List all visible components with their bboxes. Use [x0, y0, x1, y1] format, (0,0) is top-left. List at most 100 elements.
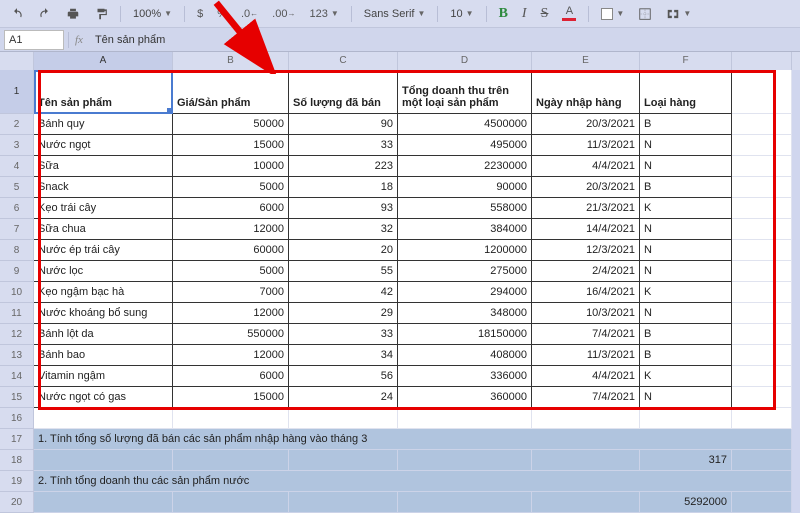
cell-type[interactable]: B: [640, 324, 732, 345]
cell-type[interactable]: K: [640, 282, 732, 303]
formula-input[interactable]: Tên sản phẩm: [89, 34, 800, 46]
cell-revenue[interactable]: 495000: [398, 135, 532, 156]
cell-revenue[interactable]: 558000: [398, 198, 532, 219]
cell-revenue[interactable]: 294000: [398, 282, 532, 303]
cell-type[interactable]: K: [640, 198, 732, 219]
print-icon[interactable]: [62, 4, 84, 24]
cell-date[interactable]: 11/3/2021: [532, 345, 640, 366]
row-number[interactable]: 12: [0, 324, 34, 345]
row-number[interactable]: 7: [0, 219, 34, 240]
merge-cells-button[interactable]: ▼: [662, 4, 695, 24]
bold-button[interactable]: B: [495, 4, 512, 24]
column-headers[interactable]: A B C D E F: [0, 52, 800, 70]
select-all-corner[interactable]: [0, 52, 34, 70]
percent-format-button[interactable]: %: [213, 4, 231, 24]
row-number[interactable]: 10: [0, 282, 34, 303]
zoom-select[interactable]: 100%▼: [129, 4, 176, 24]
cell-product[interactable]: Vitamin ngậm: [34, 366, 173, 387]
row-number[interactable]: 1: [0, 70, 34, 114]
cell-product[interactable]: Nước ép trái cây: [34, 240, 173, 261]
cell-qty[interactable]: 18: [289, 177, 398, 198]
cell-type[interactable]: N: [640, 156, 732, 177]
cell-price[interactable]: 6000: [173, 366, 289, 387]
cell-price[interactable]: 6000: [173, 198, 289, 219]
cell-price[interactable]: 50000: [173, 114, 289, 135]
cell-price[interactable]: 550000: [173, 324, 289, 345]
cell-product[interactable]: Kẹo trái cây: [34, 198, 173, 219]
cell-revenue[interactable]: 336000: [398, 366, 532, 387]
text-color-button[interactable]: A: [558, 4, 580, 24]
row-number[interactable]: 8: [0, 240, 34, 261]
cell-qty[interactable]: 32: [289, 219, 398, 240]
header-cell[interactable]: Tên sản phẩm: [34, 70, 173, 114]
fill-color-button[interactable]: ▼: [597, 4, 628, 24]
redo-icon[interactable]: [34, 4, 56, 24]
row-number[interactable]: 14: [0, 366, 34, 387]
question-2[interactable]: 2. Tính tổng doanh thu các sản phẩm nước: [34, 471, 792, 492]
row-number[interactable]: 4: [0, 156, 34, 177]
row-number[interactable]: 2: [0, 114, 34, 135]
cell-price[interactable]: 15000: [173, 387, 289, 408]
font-family-select[interactable]: Sans Serif▼: [360, 4, 430, 24]
cell-type[interactable]: B: [640, 114, 732, 135]
cell-product[interactable]: Nước khoáng bổ sung: [34, 303, 173, 324]
cell-type[interactable]: B: [640, 177, 732, 198]
undo-icon[interactable]: [6, 4, 28, 24]
cell-price[interactable]: 12000: [173, 345, 289, 366]
increase-decimal-button[interactable]: .00→: [268, 4, 299, 24]
header-cell[interactable]: Loại hàng: [640, 70, 732, 114]
cell-product[interactable]: Snack: [34, 177, 173, 198]
cell-qty[interactable]: 29: [289, 303, 398, 324]
question-1[interactable]: 1. Tính tổng số lượng đã bán các sản phẩ…: [34, 429, 792, 450]
cell-revenue[interactable]: 360000: [398, 387, 532, 408]
cell-type[interactable]: K: [640, 366, 732, 387]
answer-1[interactable]: 317: [640, 450, 732, 471]
cell-product[interactable]: Nước ngọt: [34, 135, 173, 156]
answer-2[interactable]: 5292000: [640, 492, 732, 513]
cell-price[interactable]: 7000: [173, 282, 289, 303]
cell-qty[interactable]: 42: [289, 282, 398, 303]
cell-type[interactable]: N: [640, 261, 732, 282]
row-number[interactable]: 15: [0, 387, 34, 408]
currency-format-button[interactable]: $: [193, 4, 207, 24]
cell-revenue[interactable]: 384000: [398, 219, 532, 240]
cell-product[interactable]: Nước ngọt có gas: [34, 387, 173, 408]
header-cell[interactable]: Giá/Sản phẩm: [173, 70, 289, 114]
cell-product[interactable]: Bánh quy: [34, 114, 173, 135]
strikethrough-button[interactable]: S: [537, 4, 553, 24]
cell-date[interactable]: 7/4/2021: [532, 324, 640, 345]
name-box[interactable]: A1: [4, 30, 64, 50]
header-cell[interactable]: Tổng doanh thu trên một loại sản phẩm: [398, 70, 532, 114]
row-number[interactable]: 6: [0, 198, 34, 219]
cell-price[interactable]: 5000: [173, 177, 289, 198]
row-number[interactable]: 18: [0, 450, 34, 471]
cell-revenue[interactable]: 348000: [398, 303, 532, 324]
cell-revenue[interactable]: 275000: [398, 261, 532, 282]
header-cell[interactable]: Ngày nhập hàng: [532, 70, 640, 114]
cell-type[interactable]: N: [640, 135, 732, 156]
row-number[interactable]: 9: [0, 261, 34, 282]
cell-product[interactable]: Nước lọc: [34, 261, 173, 282]
col-header-f[interactable]: F: [640, 52, 732, 70]
col-header-a[interactable]: A: [34, 52, 173, 70]
cell-date[interactable]: 16/4/2021: [532, 282, 640, 303]
cell-qty[interactable]: 24: [289, 387, 398, 408]
decrease-decimal-button[interactable]: .0←: [237, 4, 262, 24]
cell-revenue[interactable]: 4500000: [398, 114, 532, 135]
cell-date[interactable]: 21/3/2021: [532, 198, 640, 219]
cell-type[interactable]: B: [640, 345, 732, 366]
cell-qty[interactable]: 90: [289, 114, 398, 135]
borders-button[interactable]: [634, 4, 656, 24]
cell-product[interactable]: Bánh bao: [34, 345, 173, 366]
cell-qty[interactable]: 33: [289, 135, 398, 156]
cell-date[interactable]: 14/4/2021: [532, 219, 640, 240]
fx-icon[interactable]: fx: [69, 34, 89, 46]
cell-qty[interactable]: 223: [289, 156, 398, 177]
cell-price[interactable]: 12000: [173, 303, 289, 324]
cell-date[interactable]: 10/3/2021: [532, 303, 640, 324]
cell-price[interactable]: 10000: [173, 156, 289, 177]
paint-format-icon[interactable]: [90, 4, 112, 24]
cell-type[interactable]: N: [640, 303, 732, 324]
col-header-e[interactable]: E: [532, 52, 640, 70]
cell-date[interactable]: 4/4/2021: [532, 156, 640, 177]
